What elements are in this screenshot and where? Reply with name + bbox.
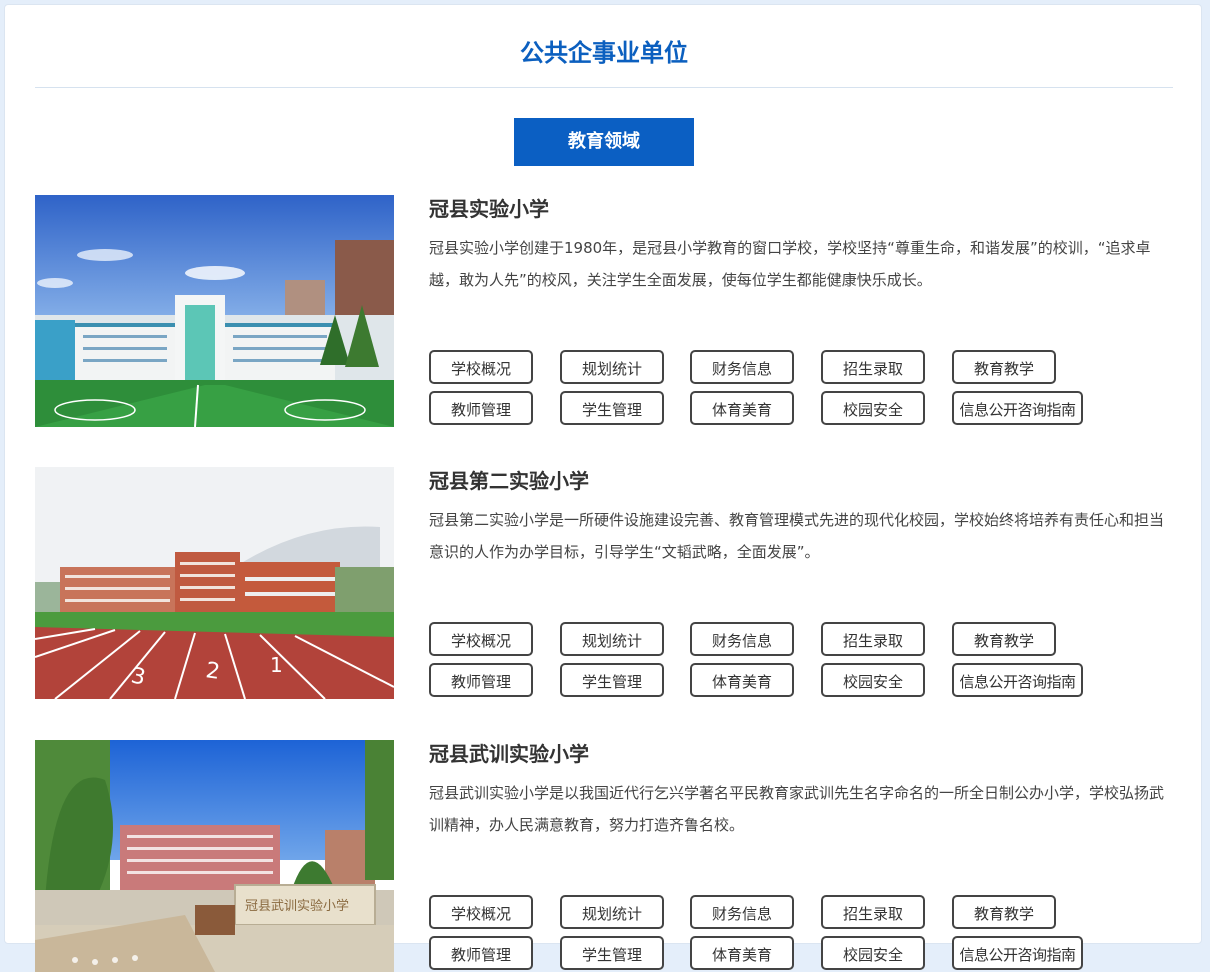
link-student-management[interactable]: 学生管理 <box>560 936 664 970</box>
school-description-3: 冠县武训实验小学是以我国近代行乞兴学著名平民教育家武训先生名字命名的一所全日制公… <box>429 784 1165 834</box>
tab-education[interactable]: 教育领域 <box>514 118 694 166</box>
school-description-2: 冠县第二实验小学是一所硬件设施建设完善、教育管理模式先进的现代化校园，学校始终将… <box>429 511 1165 561</box>
link-school-overview[interactable]: 学校概况 <box>429 350 533 384</box>
school-photo-1[interactable] <box>35 195 394 427</box>
link-teaching[interactable]: 教育教学 <box>952 895 1056 929</box>
link-admissions[interactable]: 招生录取 <box>821 895 925 929</box>
school-description-1: 冠县实验小学创建于1980年，是冠县小学教育的窗口学校，学校坚持“尊重生命，和谐… <box>429 239 1151 289</box>
school-photo-3[interactable]: 冠县武训实验小学 <box>35 740 394 972</box>
link-campus-safety[interactable]: 校园安全 <box>821 936 925 970</box>
link-planning-statistics[interactable]: 规划统计 <box>560 622 664 656</box>
link-student-management[interactable]: 学生管理 <box>560 663 664 697</box>
link-teaching[interactable]: 教育教学 <box>952 350 1056 384</box>
svg-text:冠县武训实验小学: 冠县武训实验小学 <box>245 898 349 914</box>
link-campus-safety[interactable]: 校园安全 <box>821 663 925 697</box>
link-school-overview[interactable]: 学校概况 <box>429 895 533 929</box>
school-card-3: 冠县武训实验小学 冠县武训实验小学 冠县武训实验小学是以我国近代行乞兴学著名平民… <box>35 740 1175 972</box>
school-card-1: 冠县实验小学 冠县实验小学创建于1980年，是冠县小学教育的窗口学校，学校坚持“… <box>35 195 1175 427</box>
link-sports-arts[interactable]: 体育美育 <box>690 391 794 425</box>
school-photo-2[interactable]: 3 2 1 <box>35 467 394 699</box>
link-admissions[interactable]: 招生录取 <box>821 622 925 656</box>
page-title: 公共企事业单位 <box>520 39 688 67</box>
school-name-3[interactable]: 冠县武训实验小学 <box>429 740 589 768</box>
school-photo-3-image: 冠县武训实验小学 <box>35 740 394 972</box>
link-sports-arts[interactable]: 体育美育 <box>690 936 794 970</box>
link-school-overview[interactable]: 学校概况 <box>429 622 533 656</box>
link-planning-statistics[interactable]: 规划统计 <box>560 895 664 929</box>
svg-text:1: 1 <box>270 653 283 677</box>
link-disclosure-guide[interactable]: 信息公开咨询指南 <box>952 391 1083 425</box>
link-financial-info[interactable]: 财务信息 <box>690 350 794 384</box>
school-name-1[interactable]: 冠县实验小学 <box>429 195 549 223</box>
school-photo-2-image: 3 2 1 <box>35 467 394 699</box>
link-financial-info[interactable]: 财务信息 <box>690 895 794 929</box>
school-photo-1-image <box>35 195 394 427</box>
school-card-2: 3 2 1 冠县第二实验小学 冠县第二实验小学是一所硬件设施建设完善、教育管理模… <box>35 467 1175 699</box>
link-disclosure-guide[interactable]: 信息公开咨询指南 <box>952 663 1083 697</box>
title-divider <box>35 87 1173 88</box>
link-teacher-management[interactable]: 教师管理 <box>429 663 533 697</box>
link-campus-safety[interactable]: 校园安全 <box>821 391 925 425</box>
link-teacher-management[interactable]: 教师管理 <box>429 391 533 425</box>
link-teaching[interactable]: 教育教学 <box>952 622 1056 656</box>
link-sports-arts[interactable]: 体育美育 <box>690 663 794 697</box>
link-disclosure-guide[interactable]: 信息公开咨询指南 <box>952 936 1083 970</box>
link-student-management[interactable]: 学生管理 <box>560 391 664 425</box>
link-financial-info[interactable]: 财务信息 <box>690 622 794 656</box>
content-panel: 公共企事业单位 教育领域 冠县实验小学 冠县实验小学创建于1980年，是冠县小学… <box>4 4 1202 972</box>
school-name-2[interactable]: 冠县第二实验小学 <box>429 467 589 495</box>
link-admissions[interactable]: 招生录取 <box>821 350 925 384</box>
link-teacher-management[interactable]: 教师管理 <box>429 936 533 970</box>
link-planning-statistics[interactable]: 规划统计 <box>560 350 664 384</box>
